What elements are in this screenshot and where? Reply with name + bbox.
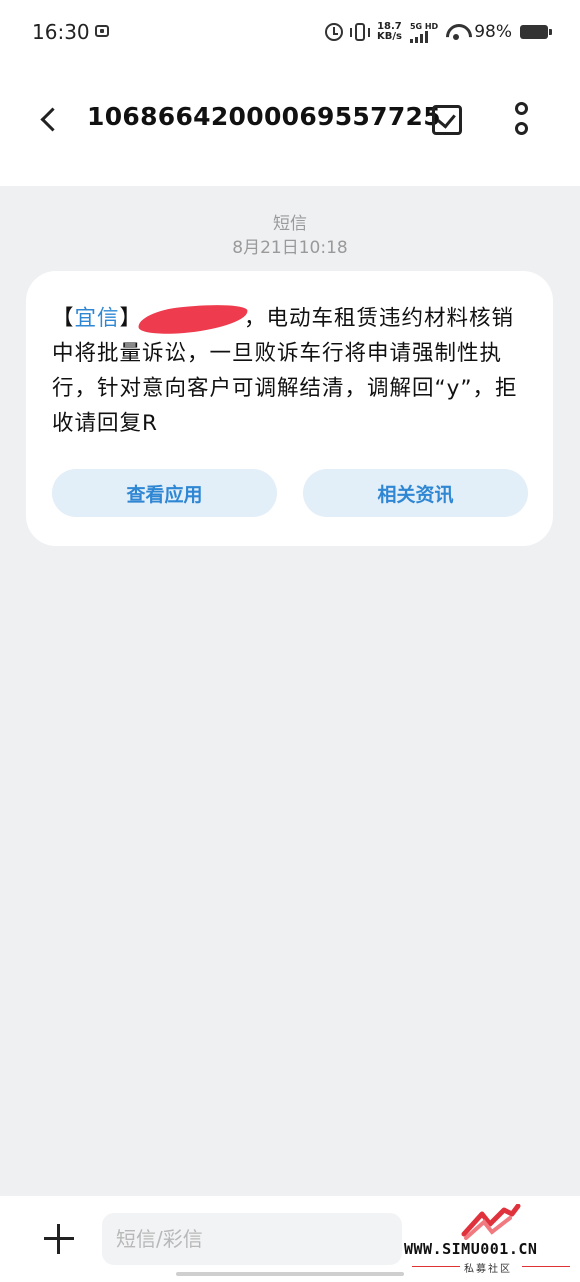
conversation-header: 10686642000069557725 [0,62,580,186]
battery-level: 98% [474,22,512,42]
message-meta: 短信 8月21日10:18 [0,212,580,260]
status-time: 16:30 [32,20,90,44]
vibrate-icon [349,23,370,41]
network-speed: 18.7 KB/s [377,22,402,42]
checkbox-icon[interactable] [432,105,462,135]
home-indicator[interactable] [176,1272,404,1276]
watermark-text: WWW.SIMU001.CN [404,1240,538,1258]
status-icons: 18.7 KB/s 5G HD 98% [324,18,552,46]
related-info-button[interactable]: 相关资讯 [303,469,528,517]
back-button[interactable] [36,100,66,140]
alarm-icon [324,23,343,41]
network-type-label: 5G HD [409,21,439,31]
watermark-logo-icon [461,1204,521,1240]
view-app-button[interactable]: 查看应用 [52,469,277,517]
plus-icon[interactable] [44,1224,74,1254]
message-type: 短信 [273,214,307,234]
app-icon [95,25,109,37]
redaction-mark [136,300,250,338]
bracket-open: 【 [52,306,75,331]
watermark-subtext: 私募社区 [464,1264,512,1275]
watermark-rule-right [522,1266,570,1267]
wifi-icon [446,24,466,40]
signal-icon [409,30,438,43]
network-speed-unit: KB/s [376,31,402,42]
network-type: 5G HD [409,21,439,43]
watermark: WWW.SIMU001.CN 私募社区 [404,1200,580,1282]
sender-number: 10686642000069557725 [87,102,441,131]
sender-tag-link[interactable]: 宜信 [75,306,120,331]
more-vertical-icon[interactable] [510,102,534,138]
message-input[interactable] [102,1213,402,1265]
battery-icon [520,25,552,39]
watermark-rule-left [412,1266,460,1267]
message-text[interactable]: 【宜信】 ，电动车租赁违约材料核销中将批量诉讼，一旦败诉车行将申请强制性执行，针对… [52,300,532,441]
status-bar: 16:30 18.7 KB/s 5G HD 98% [0,0,580,62]
message-timestamp: 8月21日10:18 [232,238,348,258]
message-bubble[interactable]: 【宜信】 ，电动车租赁违约材料核销中将批量诉讼，一旦败诉车行将申请强制性执行，针对… [26,271,553,546]
